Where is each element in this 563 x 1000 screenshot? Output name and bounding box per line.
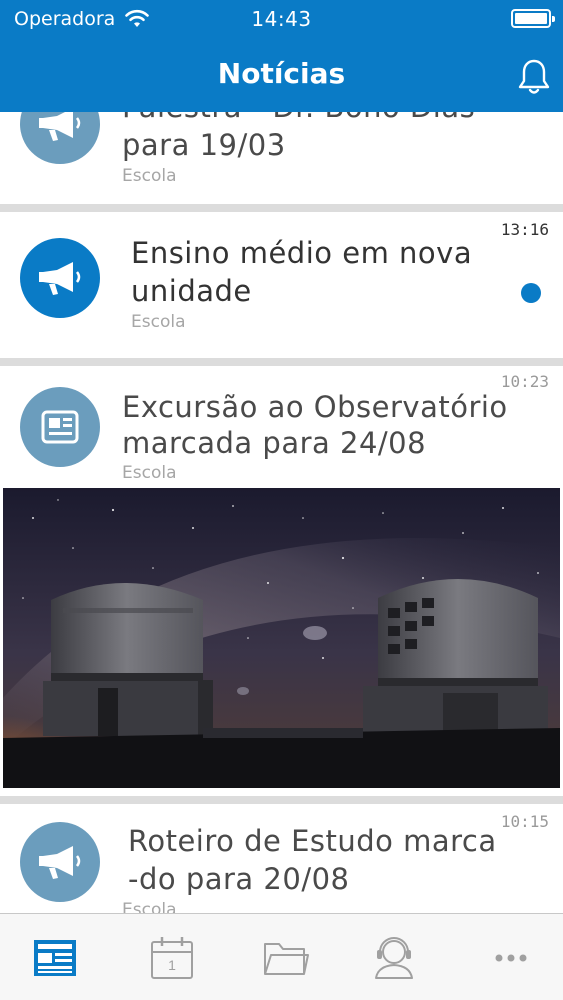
calendar-icon[interactable]: 1: [148, 934, 196, 982]
news-title-line1: Roteiro de Estudo marca: [128, 824, 497, 858]
news-title-line1: Ensino médio em nova: [131, 236, 473, 270]
news-item[interactable]: 13:16 Ensino médio em nova unidade Escol…: [0, 212, 563, 358]
news-photo[interactable]: [3, 488, 560, 788]
news-time: 10:15: [500, 812, 549, 831]
status-bar: Operadora 14:43: [0, 0, 563, 40]
news-title-line2: unidade: [131, 274, 252, 308]
megaphone-icon: [20, 238, 100, 318]
support-icon[interactable]: [370, 934, 418, 982]
news-time: 10:23: [500, 372, 549, 391]
news-title-line2: marcada para 24/08: [122, 426, 427, 460]
news-title-line2: -do para 20/08: [128, 862, 350, 896]
news-item[interactable]: 10:15 Roteiro de Estudo marca -do para 2…: [0, 804, 563, 913]
battery-icon: [511, 9, 555, 28]
news-time: 13:16: [500, 220, 549, 239]
news-source: Escola: [122, 900, 177, 913]
unread-indicator: [521, 283, 541, 303]
news-source: Escola: [122, 463, 177, 483]
app-header: Operadora 14:43 Notícias: [0, 0, 563, 112]
status-time: 14:43: [251, 7, 312, 31]
news-title-line1: Palestra - Dr. Bono Dias: [122, 112, 475, 126]
news-icon[interactable]: [31, 934, 79, 982]
calendar-day: 1: [168, 957, 176, 973]
news-title-line1: Excursão ao Observatório: [122, 390, 508, 424]
more-icon[interactable]: [487, 934, 535, 982]
megaphone-icon: [20, 112, 100, 164]
page-title: Notícias: [217, 57, 346, 90]
separator: [0, 358, 563, 366]
news-title-line2: para 19/03: [122, 128, 286, 162]
news-item[interactable]: Palestra - Dr. Bono Dias para 19/03 Esco…: [0, 112, 563, 204]
folder-icon[interactable]: [262, 934, 310, 982]
separator: [0, 204, 563, 212]
news-source: Escola: [131, 312, 186, 332]
tab-bar: 1: [0, 913, 563, 1000]
news-source: Escola: [122, 166, 177, 186]
newspaper-icon: [20, 387, 100, 467]
bell-icon[interactable]: [517, 57, 551, 97]
megaphone-icon: [20, 822, 100, 902]
news-feed[interactable]: Palestra - Dr. Bono Dias para 19/03 Esco…: [0, 112, 563, 913]
separator: [0, 796, 563, 804]
